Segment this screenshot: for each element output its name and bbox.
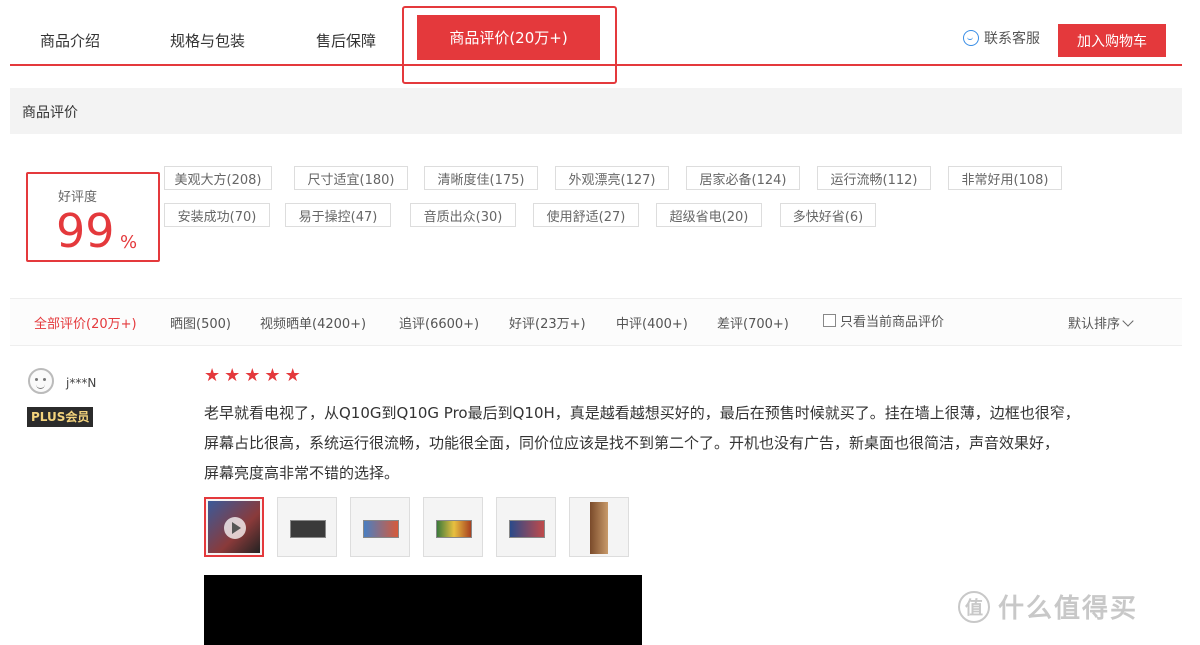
plus-member-badge: PLUS会员 [27, 407, 94, 427]
only-current-checkbox[interactable]: 只看当前商品评价 [823, 311, 944, 330]
review-text: 老早就看电视了，从Q10G到Q10G Pro最后到Q10H，真是越看越想买好的，… [204, 398, 1154, 488]
review-image-thumbnail[interactable] [496, 497, 556, 557]
filter-positive[interactable]: 好评(23万+) [509, 313, 586, 332]
review-video-thumbnail[interactable] [204, 497, 264, 557]
review-tag[interactable]: 易于操控(47) [285, 203, 391, 227]
review-tag[interactable]: 音质出众(30) [410, 203, 516, 227]
watermark: 值 什么值得买 [958, 588, 1138, 625]
contact-service-link[interactable]: 联系客服 [963, 28, 1040, 48]
sort-dropdown[interactable]: 默认排序 [1068, 313, 1134, 332]
star-icon: ★ [284, 365, 301, 386]
review-tag[interactable]: 非常好用(108) [948, 166, 1062, 190]
tv-image [509, 520, 545, 538]
section-title: 商品评价 [22, 105, 78, 121]
review-line: 屏幕占比很高，系统运行很流畅，功能很全面，同价位应该是找不到第二个了。开机也没有… [204, 434, 1060, 452]
review-image-thumbnail[interactable] [569, 497, 629, 557]
review-tag[interactable]: 居家必备(124) [686, 166, 800, 190]
add-to-cart-button[interactable]: 加入购物车 [1058, 24, 1166, 57]
review-image-thumbnail[interactable] [277, 497, 337, 557]
only-current-label: 只看当前商品评价 [840, 315, 945, 330]
tv-image [436, 520, 472, 538]
star-rating: ★ ★ ★ ★ ★ [204, 366, 301, 386]
rating-label: 好评度 [58, 190, 98, 205]
review-video-player[interactable] [204, 575, 642, 645]
review-tag[interactable]: 安装成功(70) [164, 203, 270, 227]
review-image-thumbnail[interactable] [350, 497, 410, 557]
checkbox-box[interactable] [823, 314, 836, 327]
watermark-text: 什么值得买 [998, 594, 1139, 624]
filter-neutral[interactable]: 中评(400+) [616, 313, 688, 332]
chat-icon [963, 30, 979, 46]
filter-followup[interactable]: 追评(6600+) [399, 313, 479, 332]
filter-negative[interactable]: 差评(700+) [717, 313, 789, 332]
sort-label: 默认排序 [1068, 317, 1121, 332]
review-tag[interactable]: 外观漂亮(127) [555, 166, 669, 190]
tv-image [363, 520, 399, 538]
rating-value: 99 [56, 204, 115, 258]
contact-service-label: 联系客服 [984, 31, 1040, 47]
section-header: 商品评价 [10, 88, 1182, 134]
review-tag[interactable]: 超级省电(20) [656, 203, 762, 227]
review-tag[interactable]: 清晰度佳(175) [424, 166, 538, 190]
tab-specs-packaging[interactable]: 规格与包装 [170, 30, 245, 51]
avatar [28, 368, 54, 394]
play-icon [224, 517, 246, 539]
review-tag[interactable]: 美观大方(208) [164, 166, 272, 190]
review-tag[interactable]: 运行流畅(112) [817, 166, 931, 190]
rating-box: 好评度 99 % [26, 172, 160, 262]
star-icon: ★ [244, 365, 261, 386]
review-line: 老早就看电视了，从Q10G到Q10G Pro最后到Q10H，真是越看越想买好的，… [204, 404, 1080, 422]
star-icon: ★ [224, 365, 241, 386]
review-image-thumbnail[interactable] [423, 497, 483, 557]
room-image [590, 502, 608, 554]
tv-image [290, 520, 326, 538]
review-tag[interactable]: 尺寸适宜(180) [294, 166, 408, 190]
highlight-box-reviews-tab [402, 6, 617, 84]
filter-video[interactable]: 视频晒单(4200+) [260, 313, 366, 332]
star-icon: ★ [204, 365, 221, 386]
tab-after-sales[interactable]: 售后保障 [316, 30, 376, 51]
review-line: 屏幕亮度高非常不错的选择。 [204, 464, 400, 482]
review-filter-bar: 全部评价(20万+) 晒图(500) 视频晒单(4200+) 追评(6600+)… [10, 298, 1182, 346]
filter-all[interactable]: 全部评价(20万+) [34, 313, 137, 332]
review-tag[interactable]: 使用舒适(27) [533, 203, 639, 227]
chevron-down-icon [1122, 314, 1134, 327]
review-tag[interactable]: 多快好省(6) [780, 203, 876, 227]
star-icon: ★ [264, 365, 281, 386]
filter-photos[interactable]: 晒图(500) [170, 313, 231, 332]
tab-product-intro[interactable]: 商品介绍 [40, 30, 100, 51]
reviewer-name: j***N [66, 376, 97, 390]
rating-unit: % [120, 232, 138, 253]
watermark-logo-icon: 值 [958, 590, 990, 623]
